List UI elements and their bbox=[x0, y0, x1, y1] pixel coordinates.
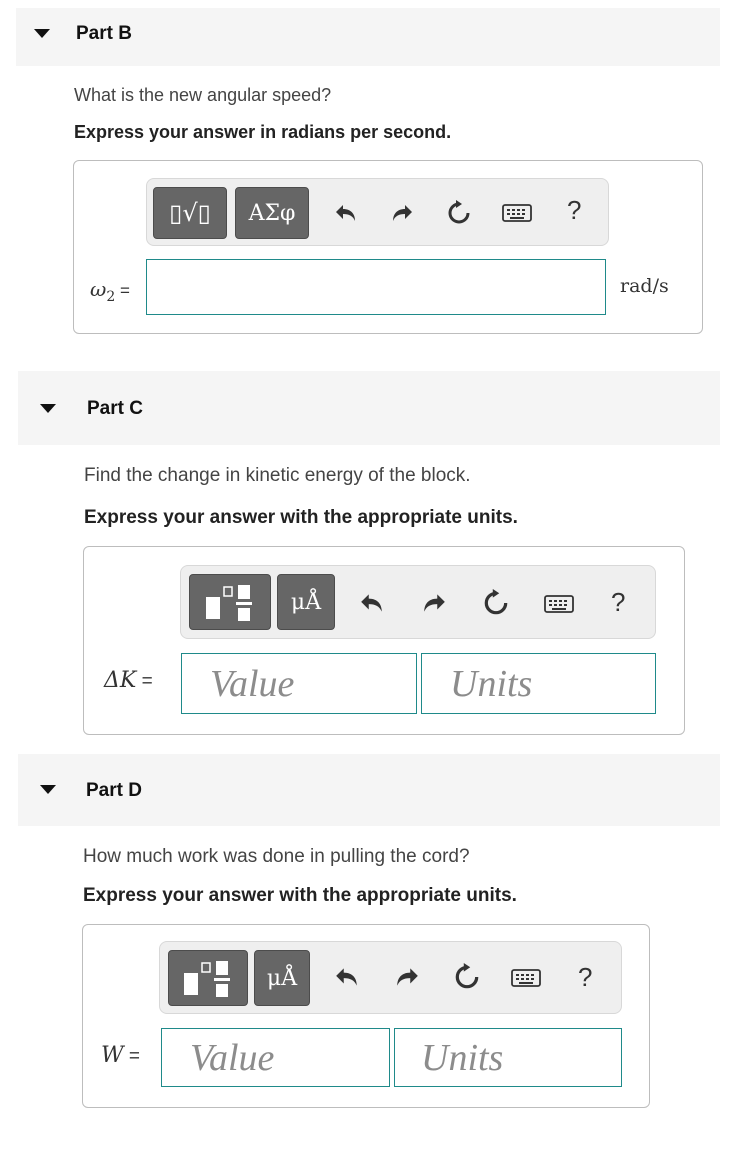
part-d-header[interactable]: Part D bbox=[18, 754, 720, 826]
units-symbol-label: μÅ bbox=[290, 589, 322, 615]
value-input[interactable]: Value bbox=[161, 1028, 390, 1087]
value-input[interactable]: Value bbox=[181, 653, 417, 714]
part-c-instruction: Express your answer with the appropriate… bbox=[84, 507, 518, 528]
reset-button[interactable] bbox=[444, 198, 474, 228]
template-button[interactable]: ▯√▯ bbox=[153, 187, 227, 239]
help-button[interactable]: ? bbox=[567, 195, 581, 226]
part-d-answer-box: μÅ ? W = Value Units bbox=[82, 924, 650, 1108]
part-b-instruction: Express your answer in radians per secon… bbox=[74, 122, 452, 142]
part-b-question: What is the new angular speed? bbox=[74, 85, 332, 105]
collapse-caret-icon[interactable] bbox=[40, 404, 56, 413]
keyboard-button[interactable] bbox=[541, 592, 577, 616]
math-toolbar: μÅ ? bbox=[159, 941, 622, 1014]
part-b-header[interactable]: Part B bbox=[16, 8, 720, 66]
delta-k-symbol: ΔK bbox=[104, 668, 137, 693]
omega2-label: ω2 = bbox=[90, 277, 130, 305]
value-placeholder: Value bbox=[190, 1037, 275, 1079]
math-toolbar: ▯√▯ ΑΣφ ? bbox=[146, 178, 609, 246]
redo-icon bbox=[397, 968, 418, 986]
units-button[interactable]: μÅ bbox=[277, 574, 335, 630]
units-placeholder: Units bbox=[450, 663, 533, 705]
math-toolbar: μÅ ? bbox=[180, 565, 656, 639]
part-d-question: How much work was done in pulling the co… bbox=[83, 846, 470, 867]
undo-icon bbox=[336, 968, 357, 986]
collapse-caret-icon[interactable] bbox=[34, 29, 50, 38]
part-c-question: Find the change in kinetic energy of the… bbox=[84, 465, 471, 486]
reset-icon bbox=[455, 963, 479, 989]
reset-icon bbox=[448, 200, 470, 224]
keyboard-icon bbox=[511, 969, 541, 987]
work-symbol: W bbox=[101, 1043, 124, 1068]
redo-icon bbox=[393, 205, 412, 221]
redo-button[interactable] bbox=[417, 588, 451, 618]
part-d-instruction: Express your answer with the appropriate… bbox=[83, 885, 517, 906]
part-b-title: Part B bbox=[76, 23, 132, 44]
reset-button[interactable] bbox=[450, 961, 484, 993]
template-button[interactable] bbox=[168, 950, 248, 1006]
part-d-title: Part D bbox=[86, 780, 142, 801]
reset-icon bbox=[484, 589, 508, 615]
undo-button[interactable] bbox=[355, 588, 389, 618]
units-placeholder: Units bbox=[421, 1037, 504, 1079]
units-symbol-label: μÅ bbox=[266, 965, 298, 991]
angular-speed-input[interactable] bbox=[146, 259, 606, 315]
redo-button[interactable] bbox=[390, 962, 424, 992]
work-label: W = bbox=[101, 1043, 140, 1068]
omega-subscript: 2 bbox=[106, 289, 116, 305]
value-placeholder: Value bbox=[210, 663, 295, 705]
help-button[interactable]: ? bbox=[611, 587, 625, 618]
collapse-caret-icon[interactable] bbox=[40, 785, 56, 794]
symbols-button[interactable]: ΑΣφ bbox=[235, 187, 309, 239]
keyboard-button[interactable] bbox=[501, 201, 533, 225]
fraction-template-icon bbox=[184, 961, 230, 997]
equals-sign: = bbox=[123, 1046, 140, 1067]
part-b-answer-box: ▯√▯ ΑΣφ ? ω2 = rad/s bbox=[73, 160, 703, 334]
fraction-template-icon bbox=[206, 585, 252, 621]
undo-icon bbox=[361, 594, 382, 612]
undo-button[interactable] bbox=[330, 962, 364, 992]
equals-sign: = bbox=[136, 671, 153, 692]
unit-label: rad/s bbox=[620, 275, 669, 297]
keyboard-button[interactable] bbox=[508, 966, 544, 990]
help-button[interactable]: ? bbox=[578, 962, 592, 993]
radical-template-icon: ▯√▯ bbox=[169, 199, 211, 227]
equals-sign: = bbox=[115, 281, 130, 300]
redo-button[interactable] bbox=[387, 199, 417, 227]
units-button[interactable]: μÅ bbox=[254, 950, 310, 1006]
units-input[interactable]: Units bbox=[421, 653, 656, 714]
undo-icon bbox=[336, 205, 355, 221]
reset-button[interactable] bbox=[479, 587, 513, 619]
part-c-title: Part C bbox=[87, 398, 143, 419]
units-input[interactable]: Units bbox=[394, 1028, 622, 1087]
keyboard-icon bbox=[502, 204, 532, 222]
redo-icon bbox=[424, 594, 445, 612]
part-c-header[interactable]: Part C bbox=[18, 371, 720, 445]
delta-k-label: ΔK = bbox=[104, 668, 153, 693]
omega-symbol: ω bbox=[90, 277, 107, 301]
part-c-answer-box: μÅ ? ΔK = Value Units bbox=[83, 546, 685, 735]
greek-symbols-label: ΑΣφ bbox=[248, 200, 296, 226]
undo-button[interactable] bbox=[331, 199, 361, 227]
template-button[interactable] bbox=[189, 574, 271, 630]
keyboard-icon bbox=[544, 595, 574, 613]
